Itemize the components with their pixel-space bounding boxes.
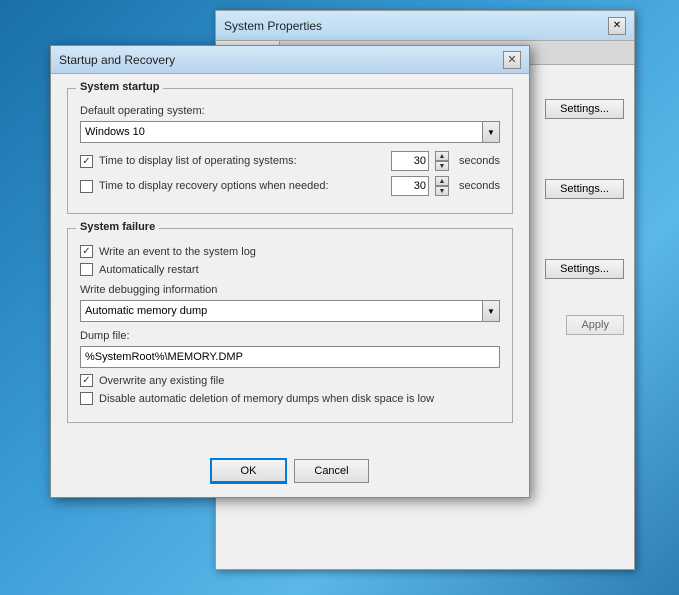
- auto-restart-checkbox[interactable]: [80, 263, 93, 276]
- display-list-input[interactable]: [391, 151, 429, 171]
- system-failure-group: System failure Write an event to the sys…: [67, 228, 513, 423]
- overwrite-row: Overwrite any existing file: [80, 374, 500, 387]
- dump-file-input[interactable]: [80, 346, 500, 368]
- display-list-spinner: ▲ ▼: [435, 151, 449, 171]
- display-list-row: Time to display list of operating system…: [80, 151, 500, 171]
- system-startup-group: System startup Default operating system:…: [67, 88, 513, 214]
- display-recovery-unit: seconds: [459, 180, 500, 192]
- disable-auto-delete-row: Disable automatic deletion of memory dum…: [80, 392, 500, 405]
- auto-restart-row: Automatically restart: [80, 263, 500, 276]
- overwrite-label: Overwrite any existing file: [99, 375, 224, 387]
- display-list-unit: seconds: [459, 155, 500, 167]
- apply-button[interactable]: Apply: [566, 315, 624, 335]
- dialog-body: System startup Default operating system:…: [51, 74, 529, 451]
- disable-auto-delete-checkbox[interactable]: [80, 392, 93, 405]
- display-list-up[interactable]: ▲: [435, 151, 449, 161]
- display-recovery-label: Time to display recovery options when ne…: [99, 180, 385, 192]
- startup-recovery-dialog: Startup and Recovery ✕ System startup De…: [50, 45, 530, 498]
- display-recovery-spinner: ▲ ▼: [435, 176, 449, 196]
- settings-button-2[interactable]: Settings...: [545, 179, 624, 199]
- display-list-label: Time to display list of operating system…: [99, 155, 385, 167]
- default-os-dropdown-wrapper: Windows 10 ▼: [80, 121, 500, 143]
- default-os-dropdown[interactable]: Windows 10: [80, 121, 500, 143]
- cancel-button[interactable]: Cancel: [294, 459, 369, 483]
- system-startup-label: System startup: [76, 81, 163, 93]
- write-event-row: Write an event to the system log: [80, 245, 500, 258]
- debugging-dropdown[interactable]: Automatic memory dump Complete memory du…: [80, 300, 500, 322]
- debugging-dropdown-wrapper: Automatic memory dump Complete memory du…: [80, 300, 500, 322]
- overwrite-checkbox[interactable]: [80, 374, 93, 387]
- display-recovery-down[interactable]: ▼: [435, 186, 449, 196]
- dialog-title: Startup and Recovery: [59, 53, 175, 67]
- write-event-checkbox[interactable]: [80, 245, 93, 258]
- system-properties-title: System Properties: [224, 19, 322, 33]
- system-properties-close-button[interactable]: ✕: [608, 17, 626, 35]
- default-os-label: Default operating system:: [80, 105, 500, 117]
- settings-button-1[interactable]: Settings...: [545, 99, 624, 119]
- dialog-titlebar: Startup and Recovery ✕: [51, 46, 529, 74]
- system-properties-titlebar: System Properties ✕: [216, 11, 634, 41]
- settings-button-3[interactable]: Settings...: [545, 259, 624, 279]
- display-recovery-checkbox[interactable]: [80, 180, 93, 193]
- display-recovery-up[interactable]: ▲: [435, 176, 449, 186]
- dialog-footer: OK Cancel: [51, 451, 529, 497]
- display-list-checkbox[interactable]: [80, 155, 93, 168]
- display-recovery-row: Time to display recovery options when ne…: [80, 176, 500, 196]
- dump-file-label: Dump file:: [80, 330, 500, 342]
- system-failure-label: System failure: [76, 221, 159, 233]
- disable-auto-delete-label: Disable automatic deletion of memory dum…: [99, 393, 434, 405]
- dialog-close-button[interactable]: ✕: [503, 51, 521, 69]
- auto-restart-label: Automatically restart: [99, 264, 199, 276]
- display-list-down[interactable]: ▼: [435, 161, 449, 171]
- write-debugging-label: Write debugging information: [80, 284, 500, 296]
- write-event-label: Write an event to the system log: [99, 246, 256, 258]
- display-recovery-input[interactable]: [391, 176, 429, 196]
- ok-button[interactable]: OK: [211, 459, 286, 483]
